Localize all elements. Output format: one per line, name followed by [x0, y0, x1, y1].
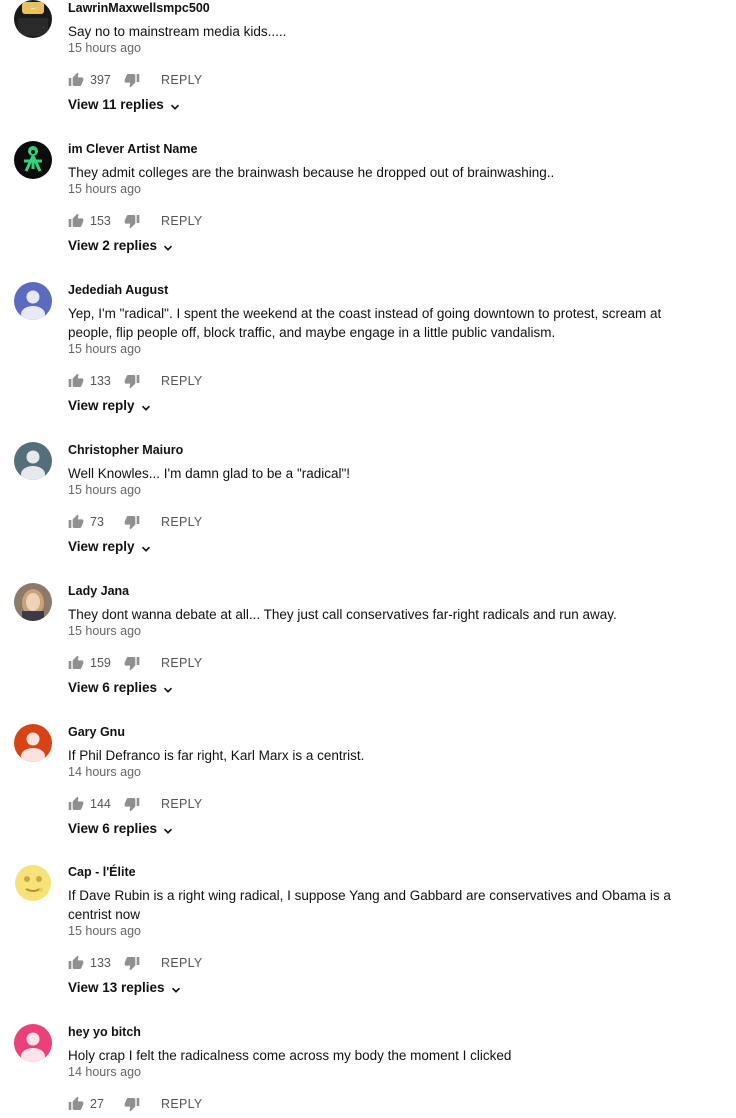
thumbs-down-icon[interactable] [124, 373, 140, 389]
reply-button[interactable]: REPLY [161, 515, 203, 529]
chevron-down-icon [163, 683, 173, 693]
like-count: 159 [90, 656, 111, 670]
view-replies-label: View 2 replies [68, 238, 158, 253]
avatar[interactable] [14, 282, 52, 320]
view-replies-label: View 6 replies [68, 821, 158, 836]
reply-button[interactable]: REPLY [161, 73, 203, 87]
thumbs-down-icon[interactable] [124, 955, 140, 971]
comment-timestamp[interactable]: 15 hours ago [68, 182, 141, 196]
view-replies-button[interactable]: View reply [68, 398, 151, 413]
chevron-down-icon [170, 100, 180, 110]
view-replies-label: View 6 replies [68, 680, 158, 695]
comment-text: If Dave Rubin is a right wing radical, I… [68, 888, 671, 922]
view-replies-button[interactable]: View 6 replies [68, 821, 173, 836]
thumbs-up-icon[interactable] [68, 514, 84, 530]
comment-author[interactable]: Lady Jana [68, 584, 129, 598]
view-replies-button[interactable]: View 6 replies [68, 680, 173, 695]
comment-text: They admit colleges are the brainwash be… [68, 165, 555, 180]
comment-text: Holy crap I felt the radicalness come ac… [68, 1048, 512, 1063]
like-count: 27 [90, 1097, 104, 1111]
comment-actions: 159 REPLY [68, 653, 203, 673]
avatar[interactable] [14, 864, 52, 902]
view-replies-label: View reply [68, 398, 135, 413]
chevron-down-icon [141, 401, 151, 411]
like-count: 73 [90, 515, 104, 529]
thumbs-up-icon[interactable] [68, 1096, 84, 1112]
comment-text: Yep, I'm "radical". I spent the weekend … [68, 306, 662, 340]
like-count: 397 [90, 73, 111, 87]
comment-timestamp[interactable]: 15 hours ago [68, 924, 141, 938]
thumbs-up-icon[interactable] [68, 373, 84, 389]
avatar[interactable] [14, 141, 52, 179]
chevron-down-icon [163, 824, 173, 834]
reply-button[interactable]: REPLY [161, 1097, 203, 1111]
comment-text: Say no to mainstream media kids..... [68, 24, 287, 39]
svg-text:~: ~ [30, 5, 36, 13]
like-count: 133 [90, 374, 111, 388]
avatar[interactable] [14, 724, 52, 762]
chevron-down-icon [163, 241, 173, 251]
comment-author[interactable]: im Clever Artist Name [68, 142, 197, 156]
comment-author[interactable]: Jedediah August [68, 283, 168, 297]
view-replies-button[interactable]: View 13 replies [68, 980, 181, 995]
thumbs-up-icon[interactable] [68, 955, 84, 971]
comment-actions: 397 REPLY [68, 70, 203, 90]
reply-button[interactable]: REPLY [161, 374, 203, 388]
thumbs-down-icon[interactable] [124, 514, 140, 530]
thumbs-up-icon[interactable] [68, 213, 84, 229]
chevron-down-icon [171, 983, 181, 993]
comment-text: They dont wanna debate at all... They ju… [68, 607, 617, 622]
thumbs-down-icon[interactable] [124, 72, 140, 88]
avatar[interactable] [14, 583, 52, 621]
reply-button[interactable]: REPLY [161, 956, 203, 970]
view-replies-button[interactable]: View 11 replies [68, 97, 180, 112]
like-count: 153 [90, 214, 111, 228]
view-replies-label: View reply [68, 539, 135, 554]
like-count: 133 [90, 956, 111, 970]
like-count: 144 [90, 797, 111, 811]
comment-timestamp[interactable]: 15 hours ago [68, 342, 141, 356]
view-replies-button[interactable]: View reply [68, 539, 151, 554]
comment-timestamp[interactable]: 15 hours ago [68, 483, 141, 497]
avatar[interactable]: ~ [14, 0, 52, 38]
comment-actions: 73 REPLY [68, 512, 203, 532]
reply-button[interactable]: REPLY [161, 214, 203, 228]
comment-author[interactable]: LawrinMaxwellsmpc500 [68, 1, 210, 15]
comment-author[interactable]: Gary Gnu [68, 725, 125, 739]
thumbs-down-icon[interactable] [124, 213, 140, 229]
reply-button[interactable]: REPLY [161, 797, 203, 811]
thumbs-up-icon[interactable] [68, 72, 84, 88]
thumbs-up-icon[interactable] [68, 655, 84, 671]
avatar[interactable] [14, 1024, 52, 1062]
thumbs-down-icon[interactable] [124, 655, 140, 671]
chevron-down-icon [141, 542, 151, 552]
comment-timestamp[interactable]: 14 hours ago [68, 1065, 141, 1079]
thumbs-up-icon[interactable] [68, 796, 84, 812]
view-replies-label: View 13 replies [68, 980, 165, 995]
thumbs-down-icon[interactable] [124, 796, 140, 812]
comment-actions: 144 REPLY [68, 794, 203, 814]
comment-timestamp[interactable]: 14 hours ago [68, 765, 141, 779]
comment-text: If Phil Defranco is far right, Karl Marx… [68, 748, 365, 763]
comment-author[interactable]: Christopher Maiuro [68, 443, 183, 457]
reply-button[interactable]: REPLY [161, 656, 203, 670]
comment-actions: 133 REPLY [68, 953, 203, 973]
comment-timestamp[interactable]: 15 hours ago [68, 41, 141, 55]
comment-actions: 153 REPLY [68, 211, 203, 231]
comment-actions: 133 REPLY [68, 371, 203, 391]
comment-text: Well Knowles... I'm damn glad to be a "r… [68, 466, 351, 481]
comment-author[interactable]: hey yo bitch [68, 1025, 141, 1039]
avatar[interactable] [14, 442, 52, 480]
comment-actions: 27 REPLY [68, 1094, 203, 1114]
comment-author[interactable]: Cap - l'Élite [68, 865, 136, 879]
view-replies-label: View 11 replies [68, 97, 164, 112]
view-replies-button[interactable]: View 2 replies [68, 238, 173, 253]
thumbs-down-icon[interactable] [124, 1096, 140, 1112]
comment-timestamp[interactable]: 15 hours ago [68, 624, 141, 638]
